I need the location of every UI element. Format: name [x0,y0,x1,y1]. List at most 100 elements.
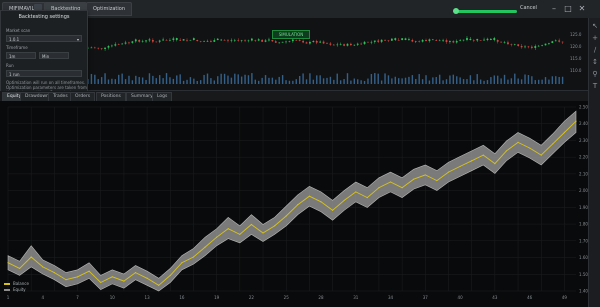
volume-bar [428,80,431,84]
cursor-icon[interactable]: ↖ [591,22,599,30]
candle-body [329,43,332,45]
candle-body [336,44,339,46]
zoom-icon[interactable]: ⚲ [591,70,599,78]
candle-body [305,42,308,44]
x-tick-label: 22 [249,295,255,300]
candle-body [196,40,199,42]
candle-body [233,40,236,41]
volume-bar [411,75,414,84]
volume-bar [329,76,332,84]
text-icon[interactable]: T [591,82,599,90]
x-tick-label: 43 [492,295,498,300]
candle-body [520,45,523,48]
candle-body [223,40,226,41]
tab-optimization[interactable]: Optimization [86,2,132,16]
balance-point [192,256,195,258]
balance-point [53,272,55,274]
volume-bar [97,79,99,84]
candle-body [179,40,182,41]
minimize-icon[interactable]: – [548,3,560,14]
candle-body [332,44,335,46]
volume-bar [138,77,140,84]
candle-body [537,45,540,47]
y-tick-label: 1.40 [579,289,588,294]
run-select[interactable]: 1 run [6,70,82,77]
balance-point [18,267,21,269]
volume-bar [370,74,373,84]
legend-label: Equity [13,287,26,292]
candle-body [438,40,441,42]
mini-y-label: 115.0 [570,56,582,61]
candle-body [476,38,479,41]
balance-point [7,262,9,264]
run-label: Run [6,63,14,68]
timeframe-input[interactable]: 1m [6,52,36,59]
balance-point [343,199,345,202]
x-tick-label: 1 [7,295,10,300]
close-icon[interactable]: ✕ [576,3,588,14]
strategy-select[interactable]: 1.0.1 ▾ [6,35,82,42]
y-tick-label: 2.50 [579,105,588,110]
volume-bar [432,77,434,84]
balance-point [262,232,264,234]
strategy-label: Market scan [6,28,31,33]
volume-bar [131,80,134,84]
candle-body [418,41,421,42]
candle-body [455,41,458,43]
candle-body [309,41,311,44]
candle-body [363,41,366,44]
crosshair-icon[interactable]: + [591,34,599,42]
volume-bar [548,79,550,84]
candle-body [240,40,243,41]
balance-point [401,187,403,189]
balance-point [297,204,299,206]
volume-bar [271,77,274,84]
balance-point [158,284,160,286]
balance-point [389,181,392,183]
volume-bar [555,76,557,84]
candle-body [421,39,424,42]
balance-point [552,143,554,145]
balance-point [540,154,542,156]
progress-bar [455,10,517,13]
volume-bar [459,77,461,84]
y-tick-label: 1.80 [579,222,588,227]
trendline-icon[interactable]: ∕ [591,46,599,54]
volume-bar [507,79,509,84]
volume-bar [514,73,516,84]
legend-swatch [4,283,10,285]
tab-label: Optimization [93,6,125,12]
measure-icon[interactable]: ↕ [591,58,599,66]
cancel-button[interactable]: Cancel [520,5,537,11]
volume-bar [438,74,441,84]
volume-bar [360,80,362,84]
maximize-icon[interactable]: □ [562,3,574,14]
candle-body [397,40,400,41]
y-tick-label: 1.70 [579,238,588,243]
volume-bar [193,78,195,84]
candle-body [271,40,274,42]
y-tick-label: 2.20 [579,155,588,160]
balance-point [436,180,438,182]
volume-bar [476,74,478,84]
candle-body [90,47,93,49]
volume-bar [145,79,147,84]
volume-bar [217,76,219,84]
candle-body [220,39,223,41]
volume-bar [281,75,284,84]
volume-bar [100,77,103,84]
candle-body [472,40,475,41]
candle-body [428,39,431,42]
volume-bar [401,78,403,84]
volume-bar [189,77,192,84]
candle-body [479,40,482,41]
volume-bar [278,76,280,84]
candle-body [192,38,195,40]
volume-bar [380,80,383,84]
candle-body [534,46,537,48]
tab-label: Positions [101,94,121,99]
timeframe-unit-select[interactable]: Min [39,52,69,59]
volume-bar [415,78,417,84]
candle-body [445,40,448,42]
legend-swatch [4,289,10,291]
